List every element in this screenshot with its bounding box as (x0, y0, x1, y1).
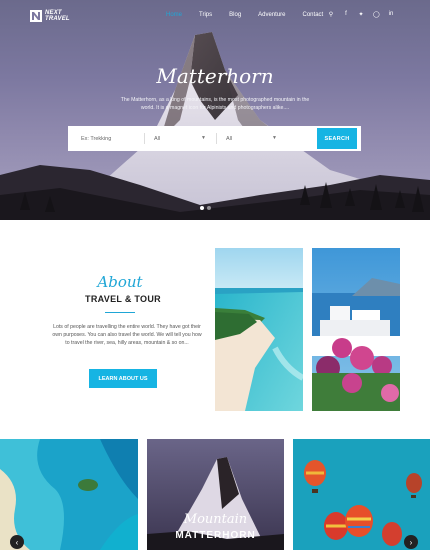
search-divider (216, 133, 217, 144)
logo-mark-icon (30, 10, 42, 22)
nav-item-home[interactable]: Home (166, 12, 182, 18)
hot-air-balloons-tile[interactable] (293, 439, 430, 550)
keyword-input[interactable]: Ex: Trekking (81, 126, 141, 151)
about-subtitle: TRAVEL & TOUR (85, 294, 161, 304)
chevron-down-icon: ▼ (272, 135, 277, 141)
aerial-island-tile[interactable] (0, 439, 138, 550)
search-divider (144, 133, 145, 144)
facebook-icon[interactable]: f (343, 11, 349, 18)
hero-title: Matterhorn (156, 64, 274, 88)
main-menu: Home Trips Blog Adventure Contact (166, 12, 340, 18)
nav-item-contact[interactable]: Contact (303, 12, 324, 18)
slider-dot[interactable] (207, 206, 211, 210)
hero-description: The Matterhorn, as a king of mountains, … (120, 97, 310, 111)
brand-logo[interactable]: NEXT TRAVEL (30, 10, 83, 22)
about-text: Lots of people are travelling the entire… (52, 324, 202, 346)
tile-script-title: Mountain (183, 512, 248, 527)
twitter-icon[interactable]: ✦ (358, 11, 364, 18)
mountain-matterhorn-tile[interactable]: Mountain MATTERHORN (147, 439, 284, 550)
tile-subtitle: MATTERHORN (175, 530, 256, 541)
learn-about-us-button[interactable]: LEARN ABOUT US (89, 369, 157, 388)
nav-item-adventure[interactable]: Adventure (258, 12, 285, 18)
header-icons: ⚲ f ✦ ◯ in (328, 11, 394, 18)
santorini-photo (312, 248, 400, 411)
beach-photo (215, 248, 303, 411)
top-navigation: NEXT TRAVEL Home Trips Blog Adventure Co… (0, 8, 430, 24)
carousel-prev-arrow-icon[interactable]: ‹ (10, 535, 24, 549)
nav-item-trips[interactable]: Trips (199, 12, 212, 18)
brand-line-2: TRAVEL (45, 16, 70, 22)
brand-name: NEXT TRAVEL (45, 10, 83, 22)
linkedin-icon[interactable]: in (388, 11, 394, 18)
carousel-next-arrow-icon[interactable]: › (404, 535, 418, 549)
search-icon[interactable]: ⚲ (328, 11, 334, 18)
category-select-2[interactable]: All (226, 126, 286, 151)
about-script-title: About (97, 273, 143, 291)
instagram-icon[interactable]: ◯ (373, 11, 380, 18)
nav-item-blog[interactable]: Blog (229, 12, 241, 18)
about-underline (105, 312, 135, 313)
hero-banner: NEXT TRAVEL Home Trips Blog Adventure Co… (0, 0, 430, 220)
slider-dots (200, 206, 211, 210)
search-button[interactable]: SEARCH (317, 128, 357, 149)
search-bar: Ex: Trekking All ▼ All ▼ SEARCH (68, 126, 361, 151)
slider-dot[interactable] (200, 206, 204, 210)
chevron-down-icon: ▼ (201, 135, 206, 141)
